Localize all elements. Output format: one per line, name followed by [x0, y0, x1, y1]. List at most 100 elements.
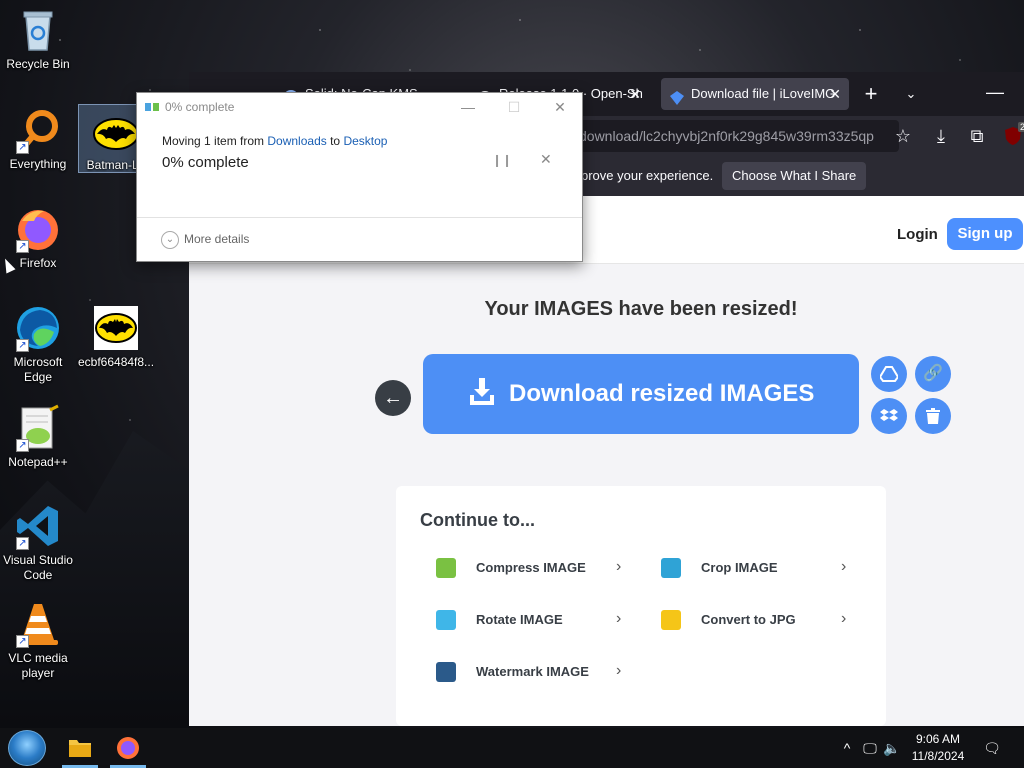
edge-icon: ↗ [14, 304, 62, 352]
bookmark-star-icon[interactable]: ☆ [887, 120, 919, 152]
firefox-icon: ↗ [14, 205, 62, 253]
tool-label: Convert to JPG [701, 612, 796, 627]
shortcut-arrow-icon: ↗ [16, 537, 29, 550]
start-button[interactable] [8, 730, 46, 766]
close-icon[interactable]: ✕ [545, 95, 575, 119]
desktop-icon-recycle-bin[interactable]: Recycle Bin [0, 6, 76, 72]
tool-label: Compress IMAGE [476, 560, 586, 575]
convert-to-jpg-icon [661, 610, 681, 630]
notification-text: prove your experience. [581, 168, 714, 183]
network-icon[interactable]: 🖵 [860, 728, 880, 768]
tool-label: Watermark IMAGE [476, 664, 589, 679]
file-move-dialog: 0% complete — ☐ ✕ Moving 1 item from Dow… [136, 92, 583, 262]
main-content: Your IMAGES have been resized! ← Downloa… [189, 264, 1024, 726]
tool-watermark-image[interactable]: Watermark IMAGE › [436, 660, 636, 684]
moving-status: Moving 1 item from Downloads to Desktop [162, 134, 387, 148]
tool-rotate-image[interactable]: Rotate IMAGE › [436, 608, 636, 632]
dialog-divider [137, 217, 582, 218]
dropbox-icon[interactable] [871, 398, 907, 434]
dialog-title: 0% complete [165, 100, 235, 114]
batman-image-icon [92, 304, 140, 352]
desktop-icon-label: ecbf66484f8... [78, 355, 155, 369]
shortcut-arrow-icon: ↗ [16, 339, 29, 352]
tab-iloveimg[interactable]: Download file | iLoveIMG ✕ [661, 78, 849, 110]
compress-icon [436, 558, 456, 578]
desktop-icon-batman-file[interactable]: ecbf66484f8... [78, 304, 154, 370]
taskbar-file-explorer[interactable] [58, 728, 102, 768]
trash-icon[interactable] [915, 398, 951, 434]
chevron-down-icon[interactable]: ⌄ [895, 78, 927, 110]
tab-close-icon[interactable]: ✕ [629, 78, 641, 110]
notepad-plus-plus-icon: ↗ [14, 404, 62, 452]
desktop-icon-label: Recycle Bin [6, 57, 70, 71]
desktop-icon-microsoft-edge[interactable]: ↗ Microsoft Edge [0, 304, 76, 385]
extension-badge: 2 [1017, 122, 1024, 132]
desktop-icon-everything[interactable]: ↗ Everything [0, 106, 76, 172]
tool-label: Crop IMAGE [701, 560, 778, 575]
rotate-icon [436, 610, 456, 630]
desktop-icon-label: Everything [9, 157, 67, 171]
clock-time: 9:06 AM [915, 732, 961, 746]
tool-compress-image[interactable]: Compress IMAGE › [436, 556, 636, 580]
page-heading: Your IMAGES have been resized! [484, 298, 798, 320]
tool-convert-to-jpg[interactable]: Convert to JPG › [661, 608, 861, 632]
tool-crop-image[interactable]: Crop IMAGE › [661, 556, 861, 580]
taskbar-clock[interactable]: 9:06 AM 11/8/2024 [898, 731, 978, 765]
show-hidden-icons-chevron-icon[interactable]: ^ [838, 728, 856, 768]
login-link[interactable]: Login [897, 226, 938, 243]
taskbar: ^ 🖵 🔈 9:06 AM 11/8/2024 🗨 [0, 728, 1024, 768]
desktop-icon-vscode[interactable]: ↗ Visual Studio Code [0, 502, 76, 583]
vscode-icon: ↗ [14, 502, 62, 550]
signup-button[interactable]: Sign up [947, 218, 1023, 250]
moving-to-word: to [326, 134, 344, 148]
taskbar-firefox[interactable] [106, 728, 150, 768]
pause-icon[interactable]: ❙❙ [492, 153, 512, 167]
tool-label: Rotate IMAGE [476, 612, 563, 627]
progress-percent: 0% complete [162, 154, 249, 171]
url-bar[interactable]: download/lc2chyvbj2nf0rk29g845w39rm33z5q… [569, 120, 899, 152]
download-button-label: Download resized IMAGES [509, 380, 815, 407]
destination-folder-link[interactable]: Desktop [343, 134, 387, 148]
google-drive-icon[interactable] [871, 356, 907, 392]
iloveimg-icon [669, 86, 685, 105]
recycle-bin-icon [14, 6, 62, 54]
desktop-icon-label: VLC media player [8, 651, 68, 680]
vlc-icon: ↗ [14, 600, 62, 648]
more-details-toggle[interactable]: ⌄ More details [161, 231, 249, 249]
maximize-icon[interactable]: ☐ [499, 95, 529, 119]
chevron-right-icon: › [616, 610, 622, 627]
file-move-icon [145, 100, 159, 112]
shortcut-arrow-icon: ↗ [16, 439, 29, 452]
continue-title: Continue to... [420, 510, 535, 530]
more-details-label: More details [184, 232, 250, 247]
ublock-icon[interactable]: 2 [997, 120, 1024, 152]
download-resized-images-button[interactable]: Download resized IMAGES [423, 354, 859, 434]
moving-prefix: Moving 1 item from [162, 134, 268, 148]
extensions-icon[interactable]: ⧉ [961, 120, 993, 152]
minimize-icon[interactable]: — [979, 76, 1011, 108]
chevron-right-icon: › [616, 662, 622, 679]
chevron-right-icon: › [616, 558, 622, 575]
downloads-icon[interactable]: ⤓ [925, 120, 957, 152]
cancel-icon[interactable]: ✕ [540, 151, 552, 168]
chevron-right-icon: › [841, 610, 847, 627]
tab-label: Download file | iLoveIMG [691, 86, 836, 101]
shortcut-arrow-icon: ↗ [16, 141, 29, 154]
tab-close-icon[interactable]: ✕ [829, 78, 841, 110]
link-icon[interactable]: 🔗 [915, 356, 951, 392]
minimize-icon[interactable]: — [453, 95, 483, 119]
source-folder-link[interactable]: Downloads [267, 134, 326, 148]
watermark-icon [436, 662, 456, 682]
continue-card: Continue to... Compress IMAGE › Crop IMA… [396, 486, 886, 726]
desktop-icon-vlc[interactable]: ↗ VLC media player [0, 600, 76, 681]
back-arrow-button[interactable]: ← [375, 380, 411, 416]
new-tab-icon[interactable]: + [855, 78, 887, 110]
choose-what-i-share-button[interactable]: Choose What I Share [722, 162, 867, 190]
download-icon [469, 378, 495, 413]
everything-icon: ↗ [14, 106, 62, 154]
desktop-icon-notepad-plus-plus[interactable]: ↗ Notepad++ [0, 404, 76, 470]
notifications-icon[interactable]: 🗨 [980, 728, 1004, 768]
chevron-right-icon: › [841, 558, 847, 575]
batman-image-icon [92, 117, 140, 155]
clock-date: 11/8/2024 [911, 749, 965, 763]
